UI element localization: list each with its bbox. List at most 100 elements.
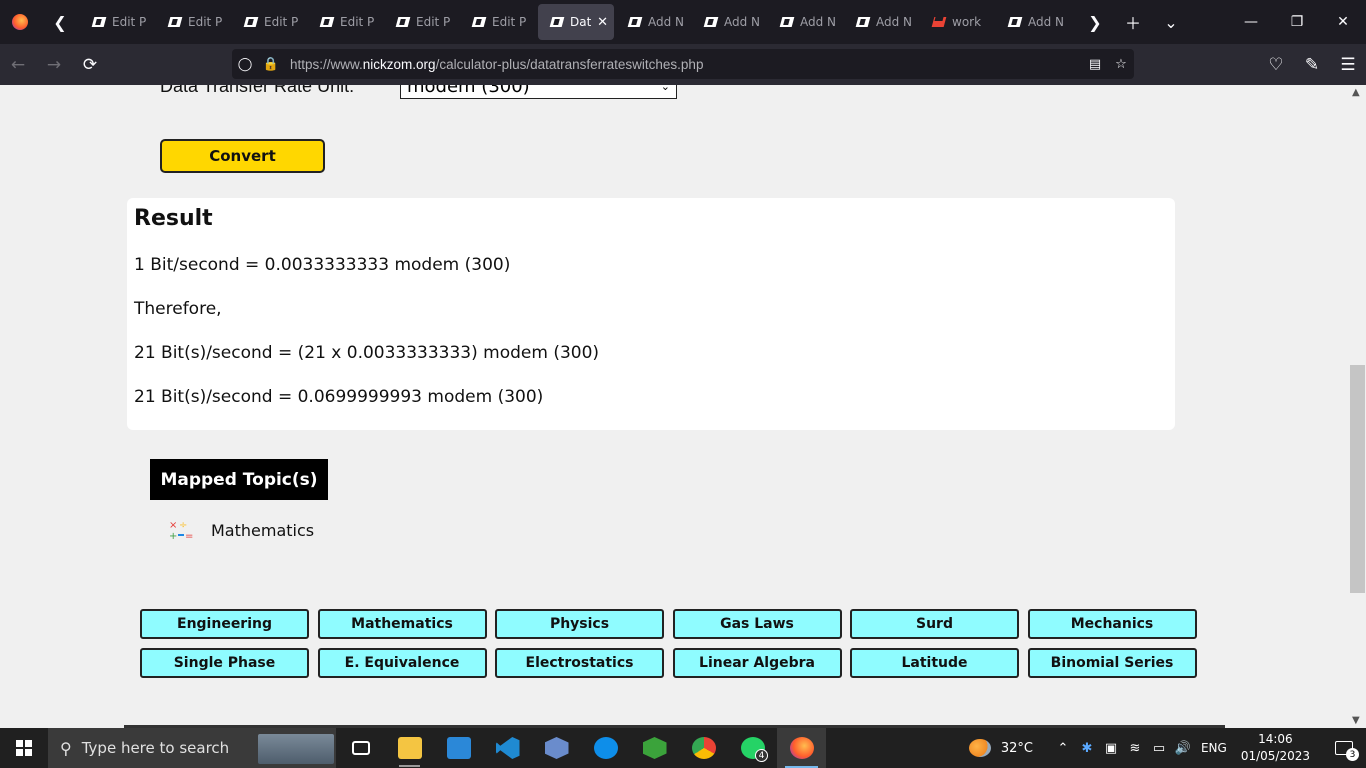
camera-icon[interactable]: ▣ bbox=[1099, 741, 1123, 756]
wifi-icon[interactable]: ≋ bbox=[1123, 741, 1147, 756]
url-text[interactable]: https://www.nickzom.org/calculator-plus/… bbox=[290, 57, 703, 72]
category-button[interactable]: Mechanics bbox=[1027, 609, 1197, 639]
result-line: 1 Bit/second = 0.0033333333 modem (300) bbox=[134, 255, 511, 275]
weather-temp: 32°C bbox=[1000, 740, 1033, 756]
whatsapp-app[interactable]: 4 bbox=[728, 728, 777, 768]
close-window-button[interactable]: ✕ bbox=[1320, 0, 1366, 44]
chevron-up-icon[interactable]: ⌃ bbox=[1051, 741, 1075, 756]
reload-button[interactable]: ⟳ bbox=[72, 44, 108, 85]
tabs-scroll-left-button[interactable]: ❮ bbox=[40, 0, 80, 44]
page-scrollbar[interactable]: ▲ ▼ bbox=[1349, 85, 1366, 728]
notification-center-button[interactable]: 3 bbox=[1322, 728, 1366, 768]
category-button[interactable]: E. Equivalence bbox=[317, 648, 487, 678]
start-button[interactable] bbox=[0, 728, 48, 768]
firefox-menu-icon[interactable] bbox=[0, 0, 40, 44]
svg-text:×: × bbox=[169, 520, 177, 531]
nickzom-icon bbox=[396, 15, 410, 29]
scroll-down-icon[interactable]: ▼ bbox=[1352, 715, 1360, 726]
category-button[interactable]: Surd bbox=[850, 609, 1019, 639]
category-button[interactable]: Physics bbox=[495, 609, 664, 639]
nickzom-icon bbox=[550, 15, 564, 29]
tab[interactable]: Edit P bbox=[308, 4, 384, 40]
nickzom-icon bbox=[320, 15, 334, 29]
svg-text:=: = bbox=[185, 531, 193, 542]
tab-bar: ❮ Edit P Edit P Edit P Edit P Edit P Edi… bbox=[0, 0, 1366, 44]
tab[interactable]: Edit P bbox=[384, 4, 460, 40]
category-button[interactable]: Mathematics bbox=[317, 609, 487, 639]
chrome-icon bbox=[691, 737, 716, 759]
back-button[interactable]: ← bbox=[0, 44, 36, 85]
teamviewer-icon bbox=[593, 737, 618, 759]
mail-icon bbox=[446, 737, 471, 759]
url-path: /calculator-plus/datatransferrateswitche… bbox=[435, 56, 704, 72]
tab[interactable]: work bbox=[920, 4, 996, 40]
menu-icon[interactable]: ☰ bbox=[1330, 44, 1366, 85]
tab[interactable]: Add N bbox=[996, 4, 1072, 40]
file-explorer-app[interactable] bbox=[385, 728, 434, 768]
extensions-icon[interactable]: ✎ bbox=[1294, 44, 1330, 85]
weather-icon bbox=[968, 739, 991, 757]
new-tab-button[interactable]: ＋ bbox=[1114, 0, 1152, 44]
category-button[interactable]: Gas Laws bbox=[672, 609, 842, 639]
search-placeholder: Type here to search bbox=[81, 739, 230, 757]
shield-icon[interactable]: ◯ bbox=[232, 57, 258, 72]
page-content: Data Transfer Rate Unit: modem (300) ⌄ Co… bbox=[0, 85, 1366, 728]
result-line: 21 Bit(s)/second = 0.0699999993 modem (3… bbox=[134, 387, 544, 407]
pocket-icon[interactable]: ♡ bbox=[1258, 44, 1294, 85]
bookmark-star-icon[interactable]: ☆ bbox=[1108, 57, 1134, 72]
search-highlight-image bbox=[258, 734, 334, 764]
tab[interactable]: Edit P bbox=[232, 4, 308, 40]
url-prefix: https://www. bbox=[290, 56, 363, 72]
list-all-tabs-button[interactable]: ⌄ bbox=[1152, 0, 1190, 44]
whatsapp-badge: 4 bbox=[755, 749, 768, 762]
category-button[interactable]: Single Phase bbox=[140, 648, 309, 678]
tab[interactable]: Edit P bbox=[80, 4, 156, 40]
category-button[interactable]: Binomial Series bbox=[1027, 648, 1197, 678]
category-button[interactable]: Electrostatics bbox=[495, 648, 664, 678]
speaker-icon[interactable]: 🔊 bbox=[1171, 741, 1195, 756]
taskbar-search[interactable]: ⚲ Type here to search bbox=[48, 728, 336, 768]
firefox-icon bbox=[789, 737, 814, 759]
taskbar: ⚲ Type here to search 4 32°C ⌃ ✱ ▣ ≋ ▭ 🔊… bbox=[0, 728, 1366, 768]
unit-select[interactable]: modem (300) ⌄ bbox=[400, 85, 677, 99]
lock-icon[interactable]: 🔒 bbox=[258, 57, 284, 72]
chrome-app[interactable] bbox=[679, 728, 728, 768]
bluetooth-icon[interactable]: ✱ bbox=[1075, 741, 1099, 756]
scroll-up-icon[interactable]: ▲ bbox=[1352, 87, 1360, 98]
mail-app[interactable] bbox=[434, 728, 483, 768]
minimize-button[interactable]: — bbox=[1228, 0, 1274, 44]
restore-button[interactable]: ❐ bbox=[1274, 0, 1320, 44]
battery-icon[interactable]: ▭ bbox=[1147, 741, 1171, 756]
system-tray: 32°C ⌃ ✱ ▣ ≋ ▭ 🔊 ENG 14:06 01/05/2023 3 bbox=[968, 728, 1366, 768]
tab-active[interactable]: Dat ✕ bbox=[538, 4, 614, 40]
tab[interactable]: Add N bbox=[616, 4, 692, 40]
tab[interactable]: Add N bbox=[692, 4, 768, 40]
tab-strip: Edit P Edit P Edit P Edit P Edit P Edit … bbox=[80, 0, 1072, 44]
category-button[interactable]: Latitude bbox=[850, 648, 1019, 678]
topic-link[interactable]: × ÷ + = Mathematics bbox=[168, 518, 314, 542]
clock[interactable]: 14:06 01/05/2023 bbox=[1241, 731, 1310, 765]
box-app[interactable] bbox=[532, 728, 581, 768]
navigation-bar: ← → ⟳ ◯ 🔒 https://www.nickzom.org/calcul… bbox=[0, 44, 1366, 85]
category-button[interactable]: Engineering bbox=[140, 609, 309, 639]
tab[interactable]: Edit P bbox=[156, 4, 232, 40]
scrollbar-thumb[interactable] bbox=[1350, 365, 1365, 593]
convert-button[interactable]: Convert bbox=[160, 139, 325, 173]
reader-view-icon[interactable]: ▤ bbox=[1082, 57, 1108, 72]
firefox-app[interactable] bbox=[777, 728, 826, 768]
weather-widget[interactable]: 32°C bbox=[968, 739, 1033, 757]
task-view-button[interactable] bbox=[336, 728, 385, 768]
forward-button[interactable]: → bbox=[36, 44, 72, 85]
teamviewer-app[interactable] bbox=[581, 728, 630, 768]
category-button[interactable]: Linear Algebra bbox=[672, 648, 842, 678]
green-cube-app[interactable] bbox=[630, 728, 679, 768]
vscode-app[interactable] bbox=[483, 728, 532, 768]
url-bar[interactable]: ◯ 🔒 https://www.nickzom.org/calculator-p… bbox=[232, 49, 1134, 79]
tab[interactable]: Add N bbox=[844, 4, 920, 40]
close-tab-icon[interactable]: ✕ bbox=[597, 15, 608, 30]
tab[interactable]: Edit P bbox=[460, 4, 536, 40]
tabs-scroll-right-button[interactable]: ❯ bbox=[1076, 0, 1114, 44]
language-indicator[interactable]: ENG bbox=[1201, 741, 1227, 755]
notification-count: 3 bbox=[1346, 748, 1359, 761]
tab[interactable]: Add N bbox=[768, 4, 844, 40]
